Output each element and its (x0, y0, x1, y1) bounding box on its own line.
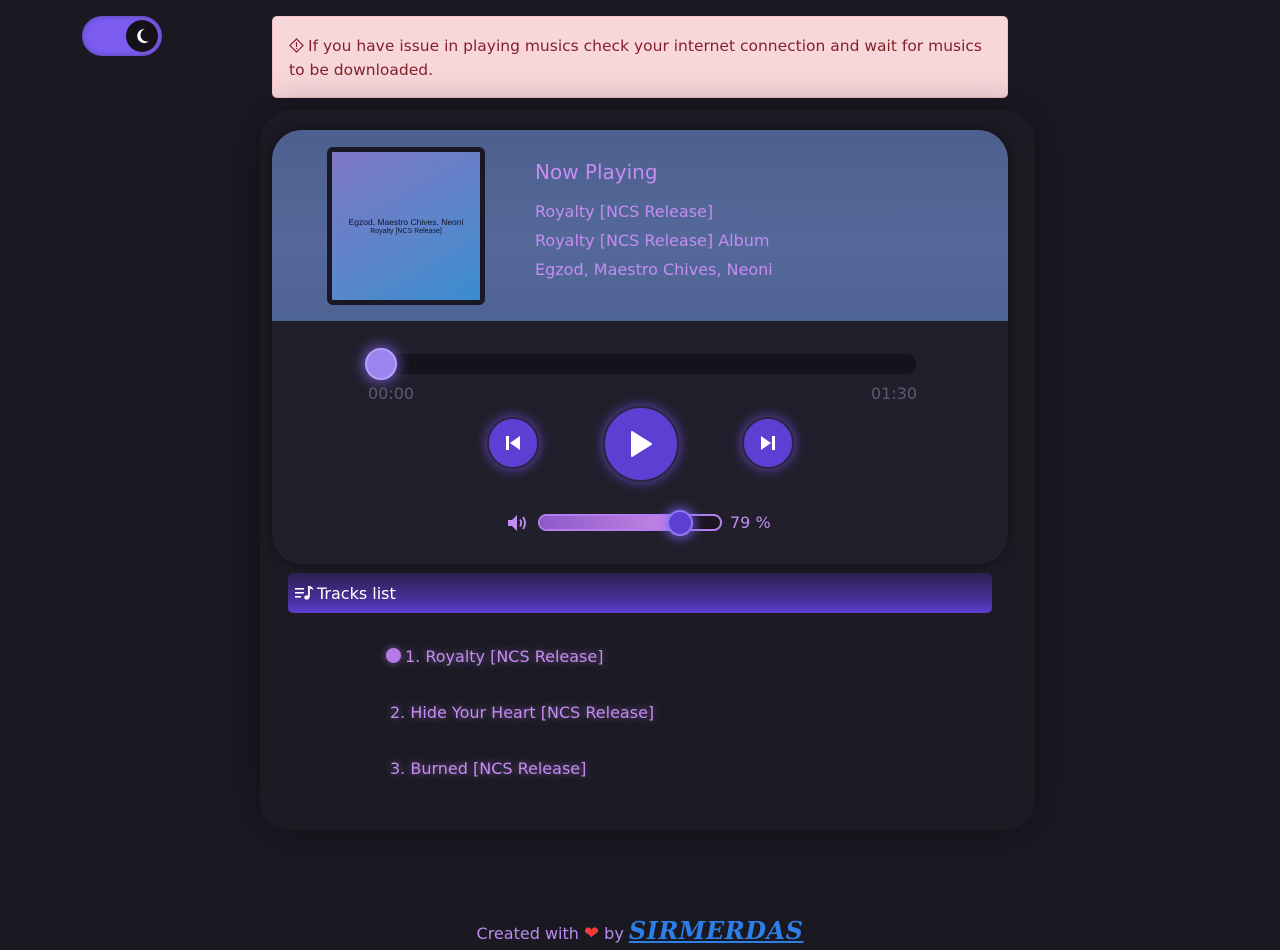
cover-artist: Egzod, Maestro Chives, Neoni (348, 217, 464, 227)
album-cover: Egzod, Maestro Chives, Neoni Royalty [NC… (327, 147, 485, 305)
track-artists: Egzod, Maestro Chives, Neoni (535, 260, 773, 279)
playlist-icon (295, 586, 314, 600)
track-item[interactable]: 2. Hide Your Heart [NCS Release] (390, 703, 654, 722)
track-meta: Now Playing Royalty [NCS Release] Royalt… (535, 160, 773, 279)
connection-alert: If you have issue in playing musics chec… (272, 16, 1008, 98)
progress-bar[interactable] (368, 354, 916, 374)
track-title: Royalty [NCS Release] (535, 202, 714, 221)
moon-icon (126, 20, 158, 52)
progress-thumb[interactable] (365, 348, 397, 380)
volume-fill (540, 516, 682, 529)
previous-button[interactable] (487, 417, 539, 469)
footer: Created with ❤ by SIRMERDAS (0, 916, 1280, 945)
footer-by: by (604, 924, 624, 943)
cover-title: Royalty [NCS Release] (370, 228, 442, 235)
next-button[interactable] (742, 417, 794, 469)
music-player: Egzod, Maestro Chives, Neoni Royalty [NC… (272, 130, 1008, 564)
volume-icon[interactable] (507, 513, 529, 533)
heart-icon: ❤ (583, 923, 600, 944)
track-item-label: 3. Burned [NCS Release] (390, 759, 587, 778)
footer-prefix: Created with (476, 924, 579, 943)
theme-toggle[interactable] (82, 16, 162, 56)
volume-value: 79 % (730, 513, 771, 532)
track-item-label: 2. Hide Your Heart [NCS Release] (390, 703, 655, 722)
alert-text: If you have issue in playing musics chec… (289, 37, 983, 79)
duration-time: 01:30 (871, 384, 918, 403)
volume-thumb[interactable] (667, 510, 693, 536)
track-item-label: 1. Royalty [NCS Release] (405, 647, 604, 666)
now-playing-dot (386, 648, 401, 663)
skip-previous-icon (506, 436, 520, 450)
skip-next-icon (761, 436, 775, 450)
now-playing-label: Now Playing (535, 160, 658, 184)
play-button[interactable] (603, 406, 679, 482)
track-album: Royalty [NCS Release] Album (535, 231, 770, 250)
tracks-list-header: Tracks list (288, 573, 992, 613)
warning-diamond-icon (289, 38, 304, 53)
now-playing-panel: Egzod, Maestro Chives, Neoni Royalty [NC… (272, 130, 1008, 321)
track-item[interactable]: 3. Burned [NCS Release] (390, 759, 586, 778)
track-item[interactable]: 1. Royalty [NCS Release] (386, 647, 603, 666)
play-icon (631, 431, 652, 457)
author-link[interactable]: SIRMERDAS (629, 916, 804, 945)
tracks-list-title: Tracks list (317, 583, 396, 603)
volume-slider[interactable] (538, 514, 722, 531)
current-time: 00:00 (368, 384, 415, 403)
